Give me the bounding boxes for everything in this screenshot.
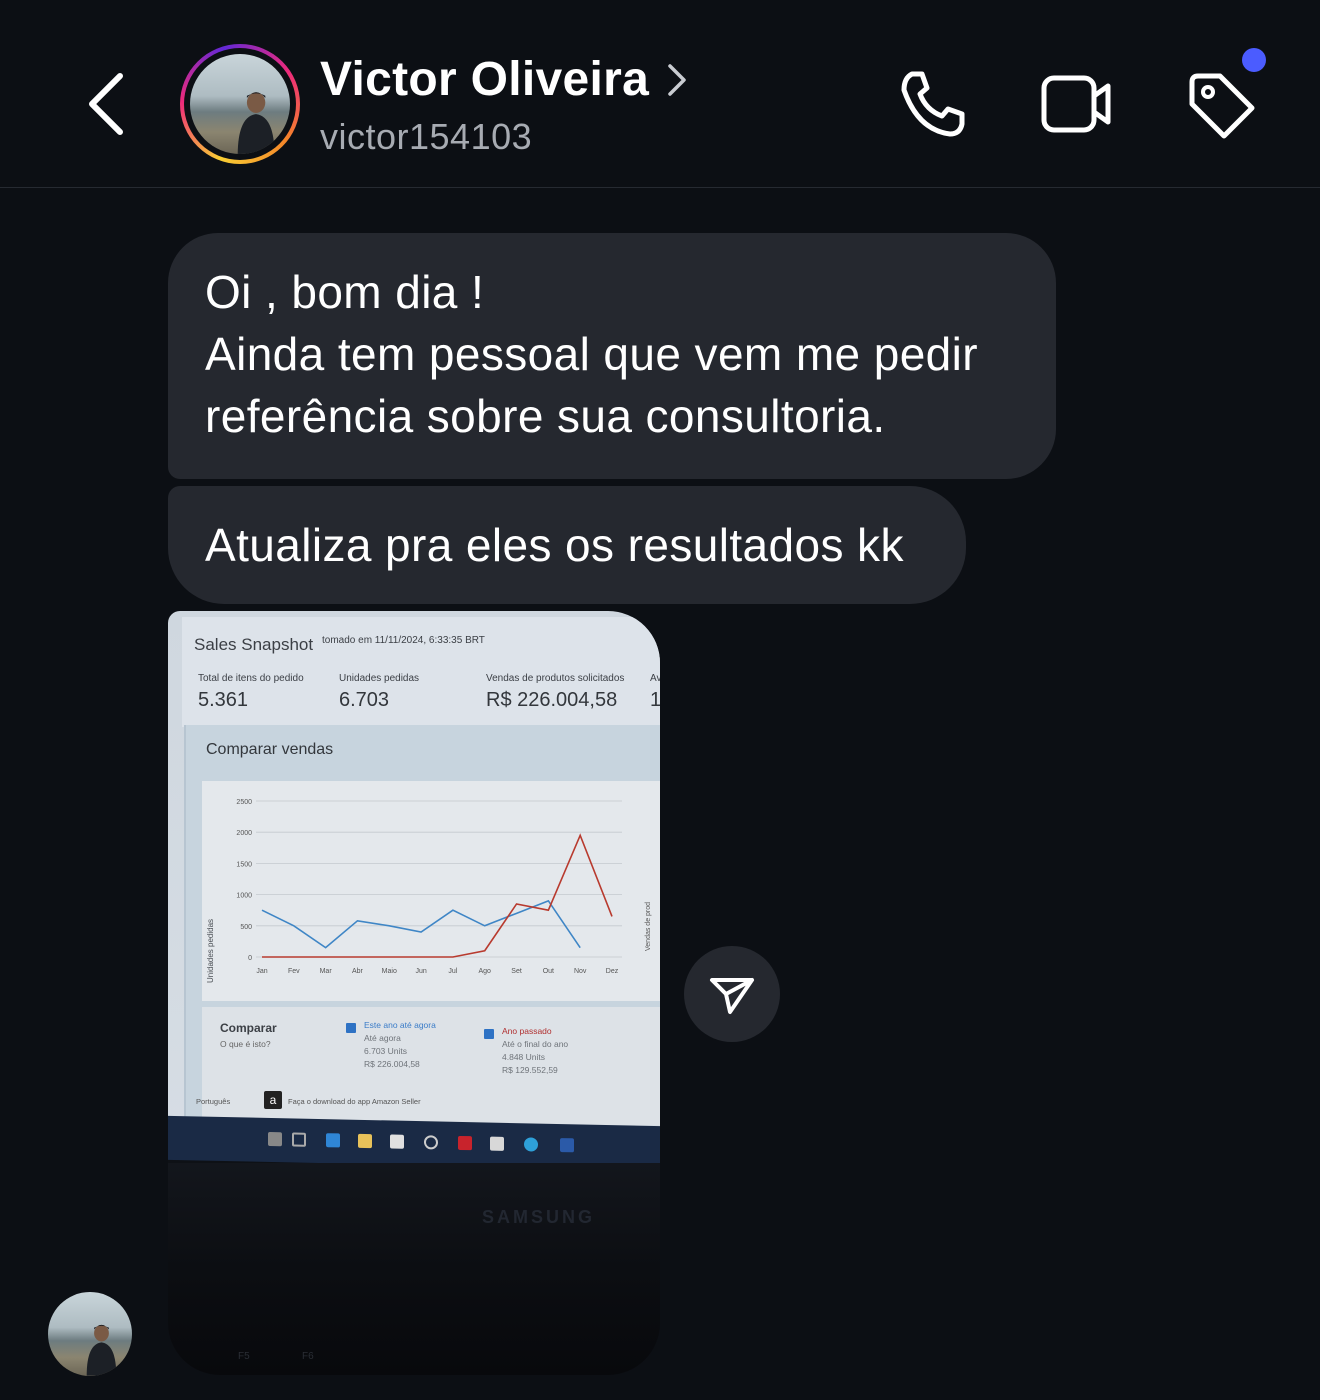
- checkbox-last-year: [484, 1029, 494, 1039]
- chart-x-tick: Jun: [415, 968, 426, 975]
- chart-x-tick: Jan: [256, 968, 267, 975]
- legend-last-year: Ano passado Até o final do ano 4.848 Uni…: [502, 1025, 568, 1077]
- checkbox-this-year: [346, 1023, 356, 1033]
- chart-y-tick: 2500: [236, 799, 252, 806]
- compare-sales-panel: Comparar vendas 2500 2000 1500 1000 500 0 Jan F…: [184, 725, 660, 1125]
- snapshot-title: Sales Snapshot: [194, 635, 314, 654]
- keyboard-key: F6: [302, 1351, 314, 1362]
- metric-label: Vendas de produtos solicitados: [486, 673, 625, 684]
- contact-handle: victor154103: [320, 116, 533, 157]
- chart-x-tick: Maio: [382, 968, 397, 975]
- chart-x-tick: Jul: [448, 968, 457, 975]
- chart-x-tick: Nov: [574, 968, 587, 975]
- chart-x-tick: Out: [543, 968, 554, 975]
- metric-value: 5.361: [198, 689, 249, 711]
- chart-y2-axis-label: Vendas de prod: [645, 902, 652, 951]
- message-bubble[interactable]: Atualiza pra eles os resultados kk: [168, 486, 966, 604]
- chat-header: Victor Oliveira victor154103: [0, 0, 1320, 188]
- metric-label: Total de itens do pedido: [198, 673, 304, 684]
- edge-legacy-icon: [326, 1133, 340, 1148]
- chart-x-tick: Fev: [288, 968, 300, 975]
- video-camera-icon: [1041, 75, 1111, 133]
- legend-last-year-period: Até o final do ano: [502, 1039, 569, 1049]
- metric-value: 6.703: [339, 689, 390, 711]
- mail-icon: [490, 1136, 504, 1151]
- avatar-photo: [190, 54, 290, 154]
- photo-message[interactable]: Sales Snapshot tomado em 11/11/2024, 6:3…: [168, 611, 660, 1375]
- amazon-app-icon: a: [264, 1091, 282, 1109]
- settings-gear-icon: [424, 1135, 438, 1150]
- message-line: referência sobre sua consultoria.: [205, 390, 886, 442]
- chart-x-tick: Ago: [478, 968, 491, 975]
- back-chevron-icon: [89, 73, 123, 135]
- monitor-bezel: [168, 1163, 660, 1375]
- compare-title: Comparar vendas: [206, 741, 334, 758]
- notification-dot: [1242, 48, 1266, 72]
- message-line: Atualiza pra eles os resultados kk: [205, 519, 904, 571]
- metric-label: Unidades pedidas: [339, 673, 420, 684]
- chart-plot-area: 2500 2000 1500 1000 500 0 Jan Fev Mar Abr Maio Jun J…: [202, 781, 660, 1001]
- person-silhouette: [86, 1324, 117, 1376]
- metric-value: 1: [650, 689, 660, 711]
- metric-label: Av: [650, 673, 660, 684]
- chevron-right-icon[interactable]: [664, 62, 688, 98]
- legend-this-year-sales: R$ 226.004,58: [364, 1059, 420, 1069]
- video-call-button[interactable]: [1038, 66, 1114, 142]
- legend-last-year-sales: R$ 129.552,59: [502, 1065, 558, 1075]
- send-icon: [710, 978, 754, 1014]
- windows-taskbar: [168, 1115, 660, 1171]
- label-button[interactable]: [1182, 66, 1258, 142]
- legend-heading: Comparar: [220, 1021, 277, 1035]
- chart-y-tick: 500: [240, 924, 252, 931]
- keyboard-key: F5: [238, 1351, 250, 1362]
- store-icon: [390, 1134, 404, 1149]
- legend-last-year-title: Ano passado: [502, 1026, 552, 1036]
- edge-icon: [524, 1137, 538, 1152]
- person-silhouette: [237, 92, 275, 154]
- task-view-icon: [292, 1132, 306, 1147]
- snapshot-timestamp: tomado em 11/11/2024, 6:33:35 BRT: [322, 635, 485, 646]
- photographed-screen: Sales Snapshot tomado em 11/11/2024, 6:3…: [168, 611, 660, 1151]
- chart-x-tick: Dez: [606, 968, 619, 975]
- legend-this-year-period: Até agora: [364, 1033, 401, 1043]
- message-line: Ainda tem pessoal que vem me pedir: [205, 328, 979, 380]
- legend-last-year-units: 4.848 Units: [502, 1052, 545, 1062]
- word-icon: [560, 1138, 574, 1153]
- sales-chart: 2500 2000 1500 1000 500 0 Jan Fev Mar Abr Maio Jun J…: [236, 799, 652, 975]
- contact-name[interactable]: Victor Oliveira: [320, 52, 649, 107]
- share-photo-button[interactable]: [684, 946, 780, 1042]
- legend-this-year: Este ano até agora Até agora 6.703 Units…: [364, 1019, 436, 1071]
- antivirus-icon: [458, 1135, 472, 1151]
- metric-value: R$ 226.004,58: [486, 689, 618, 711]
- language-selector: Português: [196, 1097, 231, 1106]
- message-bubble[interactable]: Oi , bom dia ! Ainda tem pessoal que vem…: [168, 233, 1056, 479]
- phone-icon: [901, 71, 965, 137]
- chart-y-tick: 0: [248, 955, 252, 962]
- sender-avatar[interactable]: [48, 1292, 132, 1376]
- message-line: Oi , bom dia !: [205, 266, 485, 318]
- chart-x-tick: Mar: [320, 968, 333, 975]
- folder-icon: [358, 1133, 372, 1149]
- download-app-text: Faça o download do app Amazon Seller: [288, 1097, 421, 1106]
- back-button[interactable]: [82, 68, 138, 140]
- chart-y-tick: 2000: [236, 830, 252, 837]
- legend-this-year-title: Este ano até agora: [364, 1020, 436, 1030]
- chart-series-line-1: [262, 833, 613, 958]
- screen-footer: Português a Faça o download do app Amazo…: [168, 1091, 660, 1119]
- legend-this-year-units: 6.703 Units: [364, 1046, 407, 1056]
- voice-call-button[interactable]: [894, 66, 970, 142]
- mic-icon: [268, 1131, 282, 1147]
- contact-avatar[interactable]: [180, 44, 300, 164]
- chart-y-tick: 1500: [236, 861, 252, 868]
- legend-help-link: O que é isto?: [220, 1039, 271, 1049]
- chart-y-tick: 1000: [236, 893, 252, 900]
- monitor-brand: SAMSUNG: [482, 1207, 596, 1227]
- tag-icon: [1189, 73, 1255, 139]
- chart-x-tick: Abr: [352, 968, 364, 975]
- chart-y-axis-label: Unidades pedidas: [206, 918, 215, 983]
- chart-x-tick: Set: [511, 968, 522, 975]
